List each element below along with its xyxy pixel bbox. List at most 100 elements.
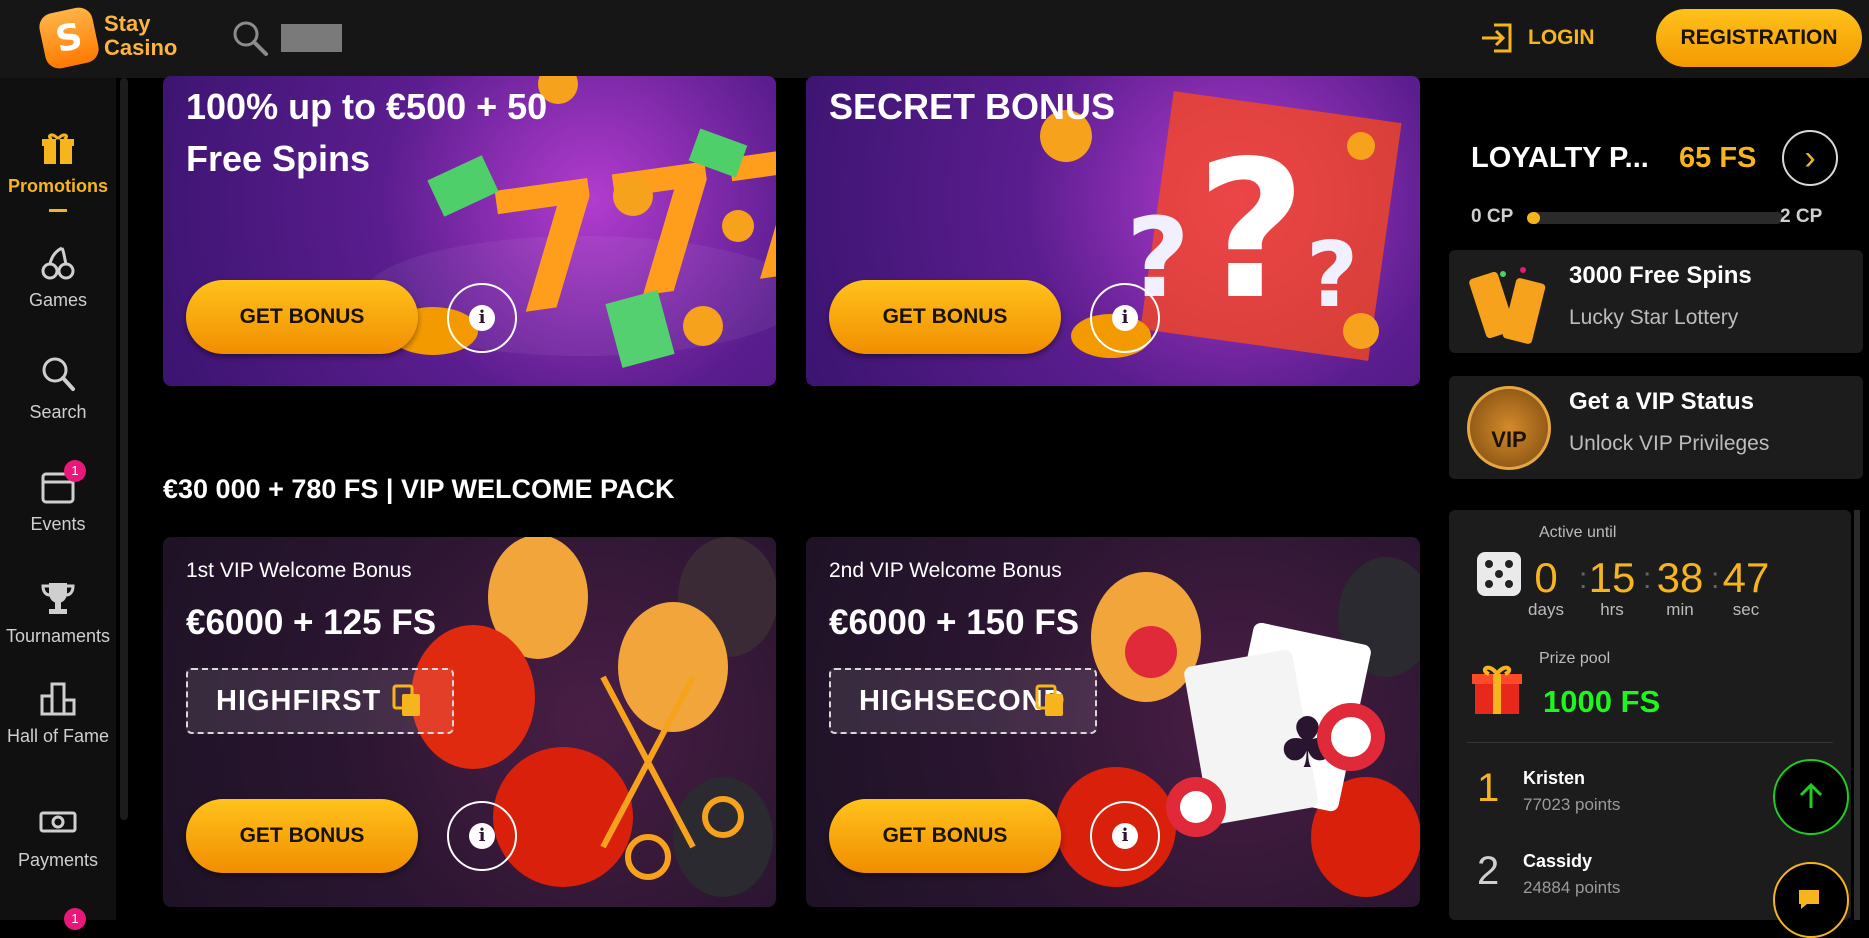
sidebar-item-label: Search xyxy=(29,402,87,422)
sidebar-item-label: Payments xyxy=(17,850,99,870)
info-icon: i xyxy=(469,305,495,331)
countdown-days-unit: days xyxy=(1528,600,1564,619)
sidebar-item-search[interactable]: Search xyxy=(0,354,116,425)
logo-text-line-2: Casino xyxy=(104,35,178,60)
logo-text: Stay Casino xyxy=(104,12,177,60)
chat-button[interactable] xyxy=(1773,862,1849,938)
sidebar: Promotions Games Search 1 Events Tournam… xyxy=(0,78,116,930)
promo-card-welcome: 777 100% up to €500 + 50 Free Spins GET … xyxy=(163,76,776,386)
loyalty-progress-bar xyxy=(1527,212,1783,224)
loyalty-panel: LOYALTY P... 65 FS › 0 CP 2 CP xyxy=(1449,120,1863,230)
promo-card-secret: ? ? ? SECRET BONUS GET BONUS i xyxy=(806,76,1420,386)
promo-title-line-1: 100% up to €500 + 50 xyxy=(186,86,548,127)
get-bonus-button[interactable]: GET BONUS xyxy=(829,799,1061,873)
leader-name: Kristen xyxy=(1523,768,1586,788)
sidebar-item-label: Promotions xyxy=(7,176,108,196)
countdown-seconds-unit: sec xyxy=(1732,600,1760,619)
login-button[interactable]: LOGIN xyxy=(1480,18,1595,58)
leader-rank: 1 xyxy=(1477,766,1500,810)
svg-text:?: ? xyxy=(1306,223,1358,328)
sidebar-item-hall-of-fame[interactable]: Hall of Fame xyxy=(0,678,116,749)
gift-icon xyxy=(1472,665,1522,714)
scroll-to-top-button[interactable] xyxy=(1773,759,1849,835)
gift-icon xyxy=(42,133,74,164)
vip-status-card[interactable]: VIP Get a VIP Status Unlock VIP Privileg… xyxy=(1449,376,1863,479)
copy-icon[interactable] xyxy=(392,684,422,718)
svg-text:?: ? xyxy=(1196,120,1306,341)
stay-casino-logo[interactable]: S Stay Casino xyxy=(36,4,192,72)
sidebar-item-games[interactable]: Games xyxy=(0,242,116,313)
banknote-icon xyxy=(39,811,77,833)
sidebar-item-events[interactable]: 1 Events xyxy=(0,460,116,537)
sidebar-item-tournaments[interactable]: Tournaments xyxy=(0,578,116,649)
lottery-subtitle: Lucky Star Lottery xyxy=(1569,306,1739,329)
logo-mark: S xyxy=(36,4,102,72)
search-input[interactable] xyxy=(281,24,342,52)
vip-bonus-subtitle: 2nd VIP Welcome Bonus xyxy=(829,559,1062,582)
tournament-panel: Active until 0 days : 15 hrs : 38 min : … xyxy=(1449,510,1851,920)
leader-rank: 2 xyxy=(1477,849,1500,893)
sidebar-item-payments[interactable]: Payments xyxy=(0,802,116,873)
sidebar-scrollbar[interactable] xyxy=(120,78,128,820)
promo-code-text: HIGHFIRST xyxy=(216,684,382,717)
vip-bonus-card-1: 1st VIP Welcome Bonus €6000 + 125 FS HIG… xyxy=(163,537,776,907)
sidebar-item-label: Hall of Fame xyxy=(6,726,110,746)
info-icon: i xyxy=(469,823,495,849)
promo-title-line-2: Free Spins xyxy=(186,138,371,179)
info-button[interactable]: i xyxy=(1090,283,1160,353)
countdown-hours: 15 xyxy=(1588,554,1636,601)
vip-bonus-card-2: ♣ 2nd VIP Welcome Bonus €6000 + 150 FS H… xyxy=(806,537,1420,907)
vip-bonus-amount: €6000 + 150 FS xyxy=(829,603,1080,642)
vip-badge-text: VIP xyxy=(1491,427,1527,452)
countdown-days: 0 xyxy=(1534,554,1558,601)
extra-badge: 1 xyxy=(64,908,86,930)
copy-icon[interactable] xyxy=(1035,684,1065,718)
tournament-scrollbar[interactable] xyxy=(1854,510,1860,920)
countdown-seconds: 47 xyxy=(1722,554,1770,601)
info-button[interactable]: i xyxy=(447,283,517,353)
info-button[interactable]: i xyxy=(447,801,517,871)
promo-code-box[interactable]: HIGHFIRST xyxy=(186,668,454,734)
vip-status-title: Get a VIP Status xyxy=(1569,388,1754,415)
get-bonus-button[interactable]: GET BONUS xyxy=(186,280,418,354)
info-icon: i xyxy=(1112,823,1138,849)
promo-code-box[interactable]: HIGHSECOND xyxy=(829,668,1097,734)
logo-text-line-1: Stay xyxy=(104,11,151,36)
search-icon[interactable] xyxy=(230,18,270,58)
lottery-ticket-icon xyxy=(1469,267,1546,344)
leader-name: Cassidy xyxy=(1523,851,1593,871)
promo-title: SECRET BONUS xyxy=(829,86,1116,127)
events-badge: 1 xyxy=(64,460,86,482)
active-until-label: Active until xyxy=(1539,524,1617,541)
top-header: S Stay Casino LOGIN REGISTRATION xyxy=(0,0,1869,78)
sidebar-item-label: Events xyxy=(30,514,86,534)
lottery-card[interactable]: 3000 Free Spins Lucky Star Lottery xyxy=(1449,250,1863,353)
prize-pool-value: 1000 FS xyxy=(1543,684,1661,719)
cp-min: 0 CP xyxy=(1471,206,1514,227)
chevron-right-icon[interactable]: › xyxy=(1782,130,1838,186)
promo-title: 100% up to €500 + 50 Free Spins xyxy=(186,81,547,185)
countdown-minutes: 38 xyxy=(1656,554,1704,601)
active-indicator xyxy=(49,209,67,212)
vip-section-title: €30 000 + 780 FS | VIP WELCOME PACK xyxy=(163,474,675,504)
registration-button[interactable]: REGISTRATION xyxy=(1656,9,1862,67)
cp-max: 2 CP xyxy=(1780,206,1823,227)
countdown-hours-unit: hrs xyxy=(1600,600,1624,619)
loyalty-title: LOYALTY P... xyxy=(1471,142,1649,174)
prize-pool-label: Prize pool xyxy=(1539,650,1611,667)
chat-icon xyxy=(1799,890,1819,909)
cherries-icon xyxy=(41,246,75,280)
vip-bonus-subtitle: 1st VIP Welcome Bonus xyxy=(186,559,412,582)
info-button[interactable]: i xyxy=(1090,801,1160,871)
vip-status-subtitle: Unlock VIP Privileges xyxy=(1569,432,1770,455)
leader-points: 24884 points xyxy=(1523,878,1621,897)
sidebar-item-promotions[interactable]: Promotions xyxy=(0,128,116,212)
arrow-up-icon xyxy=(1799,782,1823,808)
get-bonus-button[interactable]: GET BONUS xyxy=(829,280,1061,354)
search-icon xyxy=(42,357,75,391)
vip-crown-badge-icon: VIP xyxy=(1467,386,1551,470)
divider xyxy=(1467,742,1833,743)
loyalty-free-spins: 65 FS xyxy=(1679,142,1757,174)
lottery-title: 3000 Free Spins xyxy=(1569,262,1752,289)
get-bonus-button[interactable]: GET BONUS xyxy=(186,799,418,873)
